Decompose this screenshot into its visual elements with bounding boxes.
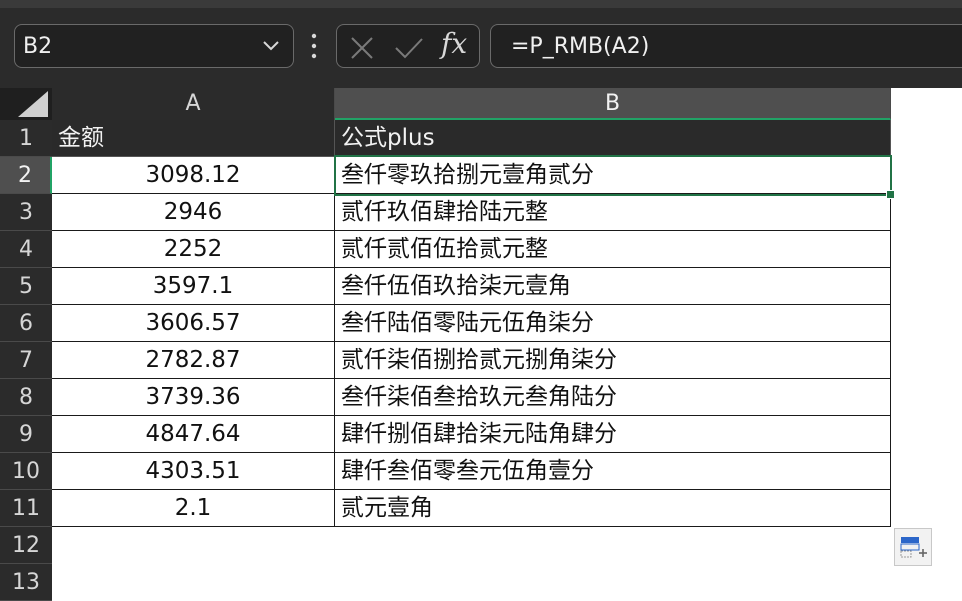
row-header[interactable]: 9 bbox=[0, 416, 52, 453]
formula-buttons: fx bbox=[336, 24, 480, 68]
chevron-down-icon[interactable] bbox=[261, 35, 281, 55]
cell-b1[interactable]: 公式plus bbox=[335, 120, 891, 157]
name-box[interactable]: B2 bbox=[14, 24, 294, 68]
cancel-icon[interactable] bbox=[349, 35, 375, 61]
cell-b6[interactable]: 叁仟陆佰零陆元伍角柒分 bbox=[335, 305, 891, 342]
cell-a7[interactable]: 2782.87 bbox=[52, 342, 335, 379]
ribbon-edge bbox=[0, 0, 962, 8]
cell-a1[interactable]: 金额 bbox=[52, 120, 335, 157]
cell-a11[interactable]: 2.1 bbox=[52, 490, 335, 527]
enter-icon[interactable] bbox=[393, 35, 425, 61]
cell-a3[interactable]: 2946 bbox=[52, 194, 335, 231]
formula-value: =P_RMB(A2) bbox=[511, 33, 650, 59]
column-header-a[interactable]: A bbox=[52, 88, 335, 120]
row-header[interactable]: 1 bbox=[0, 120, 52, 157]
row-header[interactable]: 7 bbox=[0, 342, 52, 379]
cell-a2[interactable]: 3098.12 bbox=[52, 157, 335, 194]
row-header[interactable]: 13 bbox=[0, 564, 52, 601]
grid-blank bbox=[891, 88, 962, 120]
formula-toolbar: B2 fx =P_RMB(A2) bbox=[0, 0, 962, 88]
row-header[interactable]: 11 bbox=[0, 490, 52, 527]
row-header[interactable]: 12 bbox=[0, 527, 52, 564]
cell-a8[interactable]: 3739.36 bbox=[52, 379, 335, 416]
cell-a5[interactable]: 3597.1 bbox=[52, 268, 335, 305]
quick-analysis-button[interactable] bbox=[894, 528, 932, 566]
row-header[interactable]: 8 bbox=[0, 379, 52, 416]
insert-function-button[interactable]: fx bbox=[441, 27, 467, 60]
cell-b3[interactable]: 贰仟玖佰肆拾陆元整 bbox=[335, 194, 891, 231]
cell-a10[interactable]: 4303.51 bbox=[52, 453, 335, 490]
name-box-value: B2 bbox=[23, 33, 53, 59]
cell-a6[interactable]: 3606.57 bbox=[52, 305, 335, 342]
cell-a9[interactable]: 4847.64 bbox=[52, 416, 335, 453]
cell-b10[interactable]: 肆仟叁佰零叁元伍角壹分 bbox=[335, 453, 891, 490]
row-header[interactable]: 6 bbox=[0, 305, 52, 342]
select-all-icon bbox=[18, 91, 48, 117]
cell-b8[interactable]: 叁仟柒佰叁拾玖元叁角陆分 bbox=[335, 379, 891, 416]
row-header[interactable]: 3 bbox=[0, 194, 52, 231]
column-header-b[interactable]: B bbox=[335, 88, 891, 120]
cell-b9[interactable]: 肆仟捌佰肆拾柒元陆角肆分 bbox=[335, 416, 891, 453]
row-header[interactable]: 2 bbox=[0, 157, 52, 194]
cell-b4[interactable]: 贰仟贰佰伍拾贰元整 bbox=[335, 231, 891, 268]
row-header[interactable]: 10 bbox=[0, 453, 52, 490]
cell-b5[interactable]: 叁仟伍佰玖拾柒元壹角 bbox=[335, 268, 891, 305]
select-all-button[interactable] bbox=[0, 88, 52, 120]
fill-handle[interactable] bbox=[886, 190, 895, 199]
row-header[interactable]: 4 bbox=[0, 231, 52, 268]
cell-b11[interactable]: 贰元壹角 bbox=[335, 490, 891, 527]
row-header[interactable]: 5 bbox=[0, 268, 52, 305]
formula-input[interactable]: =P_RMB(A2) bbox=[490, 24, 962, 68]
cell-b7[interactable]: 贰仟柒佰捌拾贰元捌角柒分 bbox=[335, 342, 891, 379]
cell-b2[interactable]: 叁仟零玖拾捌元壹角贰分 bbox=[335, 157, 891, 194]
cell-a4[interactable]: 2252 bbox=[52, 231, 335, 268]
more-options-icon[interactable] bbox=[309, 32, 319, 60]
quick-analysis-icon bbox=[900, 537, 927, 558]
